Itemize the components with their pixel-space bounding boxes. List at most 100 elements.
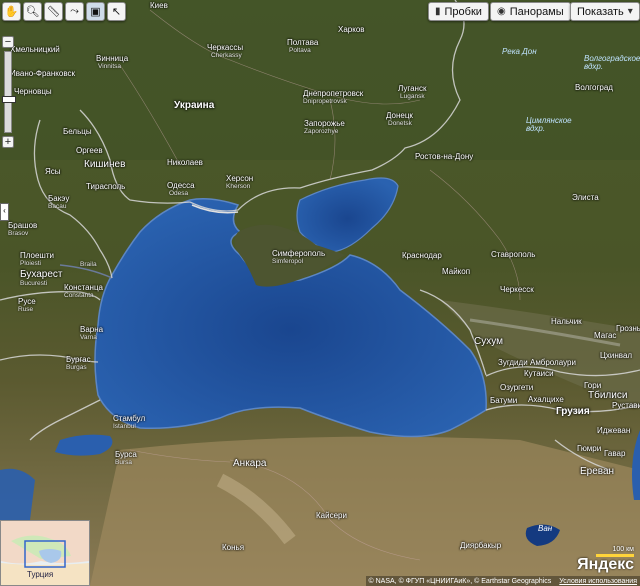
label-city: Варна bbox=[80, 325, 104, 334]
label-city: Кайсери bbox=[316, 511, 347, 520]
label-city: Запорожье bbox=[304, 119, 345, 128]
label-city: Симферополь bbox=[272, 249, 326, 258]
label-city: Ахалцихе bbox=[528, 395, 564, 404]
label-city: Киев bbox=[150, 1, 168, 10]
label-city: Бухарест bbox=[20, 269, 63, 280]
label-city: Плоешти bbox=[20, 251, 54, 260]
label-city: Ивано-Франковск bbox=[10, 69, 75, 78]
label-city: Полтава bbox=[287, 38, 319, 47]
ruler-tool-button[interactable]: 📏︎ bbox=[44, 2, 63, 21]
zoom-control: − + bbox=[2, 36, 16, 148]
label-city: Хмельницкий bbox=[10, 45, 60, 54]
overview-minimap[interactable]: Турция bbox=[0, 520, 90, 586]
label-city: Харков bbox=[338, 25, 365, 34]
label-ukraine: Украина bbox=[174, 100, 215, 111]
chevron-left-icon: ‹ bbox=[3, 206, 6, 215]
panoramas-label: Панорамы bbox=[509, 5, 564, 18]
label-city: Магас bbox=[594, 331, 617, 340]
label-city-latin: Kherson bbox=[226, 183, 251, 190]
arrow-tool-button[interactable]: ↖ bbox=[107, 2, 126, 21]
label-city-latin: Cherkassy bbox=[211, 52, 242, 59]
label-city-latin: Bacau bbox=[48, 203, 67, 210]
label-city: Рустави bbox=[612, 401, 640, 410]
label-city: Гюмри bbox=[577, 444, 602, 453]
label-city-latin: Constanta bbox=[64, 292, 94, 299]
minimap-label-turkey: Турция bbox=[27, 570, 54, 579]
chevron-down-icon: ▾ bbox=[627, 6, 633, 17]
label-city: Майкоп bbox=[442, 267, 471, 276]
show-label: Показать bbox=[577, 5, 624, 18]
label-city: Диярбакыр bbox=[460, 541, 502, 550]
label-city-latin: Bucuresti bbox=[20, 280, 48, 287]
label-city: Констанца bbox=[64, 283, 103, 292]
label-tsimlyansk-reservoir: Цимлянское вдхр. bbox=[526, 116, 572, 133]
route-tool-button[interactable]: ⤳ bbox=[65, 2, 84, 21]
zoom-out-button[interactable]: − bbox=[2, 36, 14, 48]
label-city-latin: Ruse bbox=[18, 306, 34, 313]
label-don-river: Река Дон bbox=[502, 47, 537, 56]
label-city: Тбилиси bbox=[588, 390, 628, 401]
label-city: Тирасполь bbox=[86, 182, 126, 191]
label-city: Гори bbox=[584, 381, 602, 390]
hand-tool-button[interactable]: ✋ bbox=[2, 2, 21, 21]
label-city-latin: Simferopol bbox=[272, 258, 304, 265]
label-city: Бурса bbox=[115, 450, 137, 459]
zoom-slider-handle[interactable] bbox=[2, 96, 16, 103]
label-city: Черновцы bbox=[14, 87, 52, 96]
terms-link[interactable]: Условия использования bbox=[559, 578, 637, 585]
label-city: Грозны bbox=[616, 324, 640, 333]
traffic-label: Пробки bbox=[444, 5, 482, 18]
magnifier-tool-button[interactable]: 🔍︎ bbox=[23, 2, 42, 21]
ruler-icon: 📏︎ bbox=[46, 6, 61, 18]
label-city-latin: Vinnitsa bbox=[98, 63, 122, 70]
label-city: Брашов bbox=[8, 221, 38, 230]
label-city-latin: Istanbul bbox=[113, 423, 136, 430]
map-terrain bbox=[0, 0, 640, 586]
label-city: Херсон bbox=[226, 174, 254, 183]
label-city: Луганск bbox=[398, 84, 427, 93]
label-city: Амбролаури bbox=[530, 358, 576, 367]
label-city-latin: Brasov bbox=[8, 230, 29, 237]
label-georgia: Грузия bbox=[556, 406, 590, 417]
label-city: Николаев bbox=[167, 158, 203, 167]
label-city: Черкассы bbox=[207, 43, 244, 52]
label-volgograd-reservoir: Волгоградское вдхр. bbox=[584, 54, 640, 71]
label-city-latin: Braila bbox=[80, 261, 97, 268]
label-city: Волгоград bbox=[575, 83, 613, 92]
label-city-latin: Varna bbox=[80, 334, 97, 341]
label-city: Краснодар bbox=[402, 251, 442, 260]
label-city-latin: Donetsk bbox=[388, 120, 412, 127]
label-city: Гавар bbox=[604, 449, 626, 458]
label-city-latin: Poltava bbox=[289, 47, 311, 54]
label-city: Донецк bbox=[386, 111, 413, 120]
label-city: Бельцы bbox=[63, 127, 92, 136]
label-lake-van: Ван bbox=[538, 524, 553, 533]
collapse-panel-handle[interactable]: ‹ bbox=[0, 203, 9, 221]
label-city: Цхинвал bbox=[600, 351, 633, 360]
panoramas-button[interactable]: ◉ Панорамы bbox=[490, 2, 571, 21]
label-city: Зугдиди bbox=[498, 358, 528, 367]
traffic-light-icon: ▮ bbox=[435, 6, 441, 17]
label-city: Элиста bbox=[572, 193, 599, 202]
zoom-in-button[interactable]: + bbox=[2, 136, 14, 148]
label-city-latin: Odesa bbox=[169, 190, 189, 197]
label-city: Бургас bbox=[66, 355, 91, 364]
print-tool-button[interactable]: ▣ bbox=[86, 2, 105, 21]
label-city: Сухум bbox=[474, 336, 503, 347]
label-city: Батуми bbox=[490, 396, 518, 405]
label-city: Ставрополь bbox=[491, 250, 536, 259]
label-city: Днепропетровск bbox=[303, 89, 364, 98]
traffic-button[interactable]: ▮ Пробки bbox=[428, 2, 489, 21]
label-city: Одесса bbox=[167, 181, 195, 190]
print-icon: ▣ bbox=[90, 6, 101, 18]
label-city-latin: Lugansk bbox=[400, 93, 425, 100]
label-city-latin: Bursa bbox=[115, 459, 132, 466]
label-city: Кутаиси bbox=[524, 369, 554, 378]
label-city: Кишинев bbox=[84, 159, 126, 170]
zoom-slider-track[interactable] bbox=[2, 51, 16, 133]
show-layers-button[interactable]: Показать ▾ bbox=[570, 2, 640, 21]
magnifier-icon: 🔍︎ bbox=[25, 6, 40, 18]
yandex-logo: Яндекс bbox=[577, 556, 634, 573]
label-city-latin: Ploiesti bbox=[20, 260, 41, 267]
satellite-map[interactable]: Украина Грузия Река Дон Волгоградское вд… bbox=[0, 0, 640, 586]
